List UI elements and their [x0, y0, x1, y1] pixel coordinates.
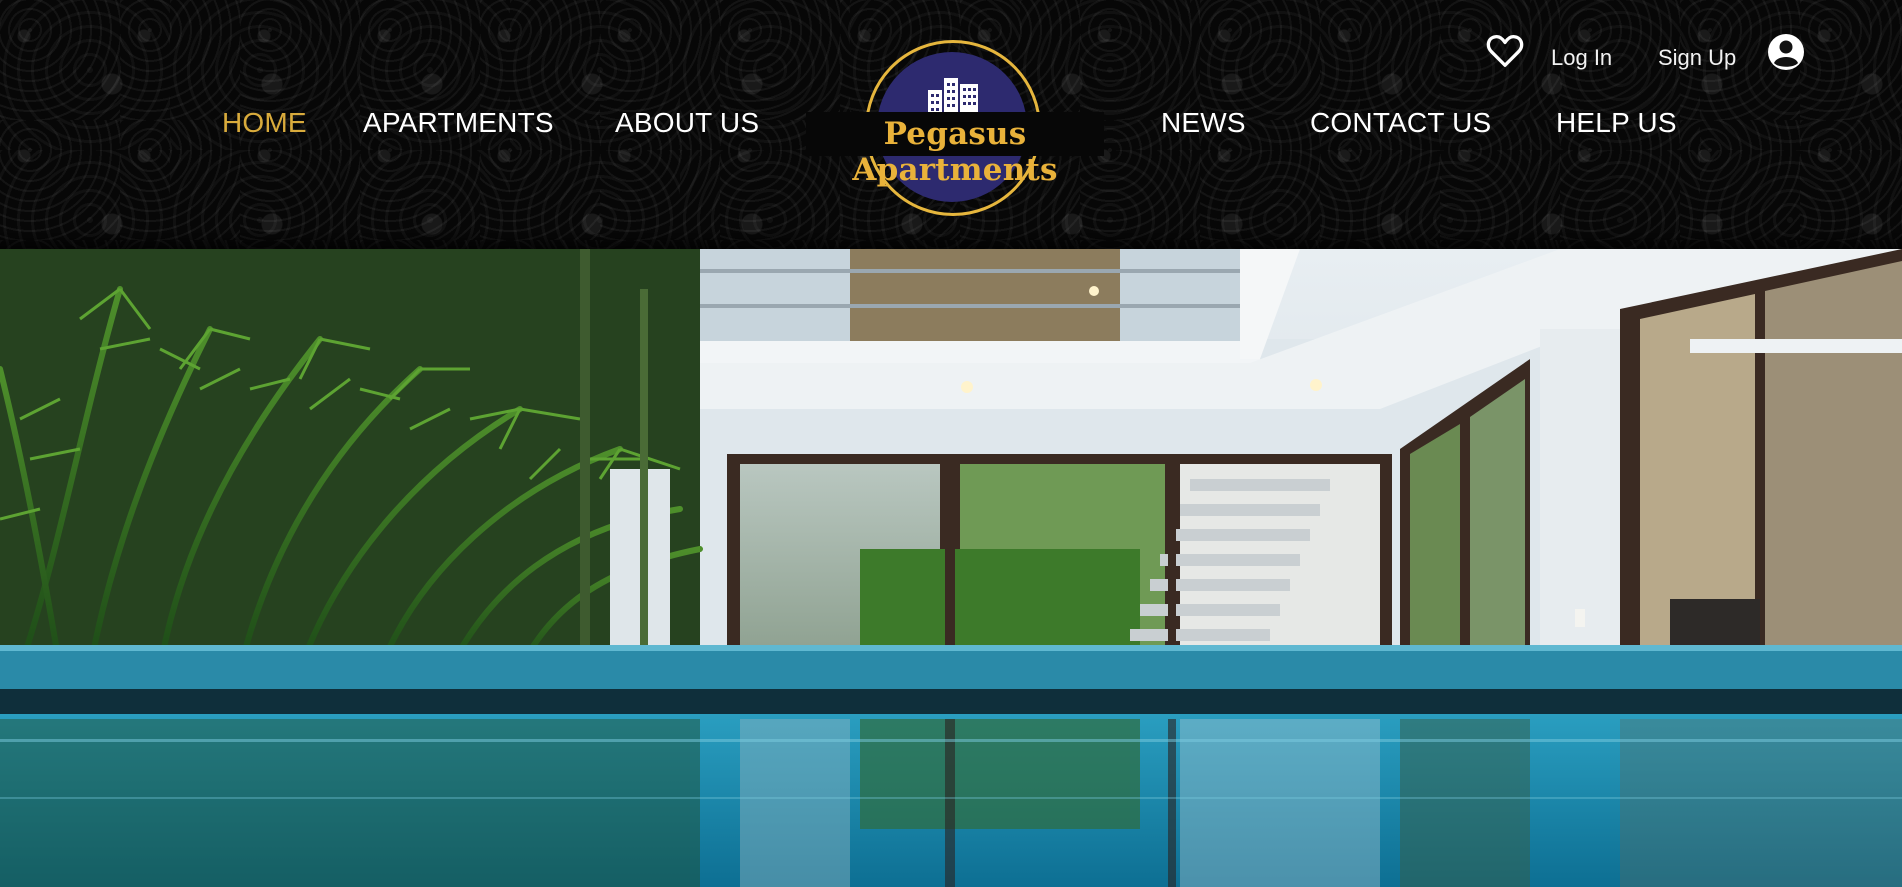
nav-news[interactable]: NEWS	[1161, 107, 1246, 139]
login-link[interactable]: Log In	[1551, 45, 1612, 71]
nav-home[interactable]: HOME	[222, 107, 307, 139]
building-icon	[928, 78, 978, 116]
heart-icon[interactable]	[1486, 33, 1524, 69]
site-header: HOME APARTMENTS ABOUT US Pegasus Apartme…	[0, 0, 1902, 249]
signup-link[interactable]: Sign Up	[1658, 45, 1736, 71]
user-icon[interactable]	[1767, 33, 1805, 71]
hero-photo-illustration	[0, 249, 1902, 887]
hero-image	[0, 249, 1902, 887]
nav-about-us[interactable]: ABOUT US	[615, 107, 759, 139]
brand-name: Pegasus Apartments	[852, 116, 1058, 188]
nav-contact-us[interactable]: CONTACT US	[1310, 107, 1491, 139]
nav-apartments[interactable]: APARTMENTS	[363, 107, 554, 139]
brand-logo[interactable]: Pegasus Apartments	[806, 40, 1104, 216]
nav-help-us[interactable]: HELP US	[1556, 107, 1677, 139]
